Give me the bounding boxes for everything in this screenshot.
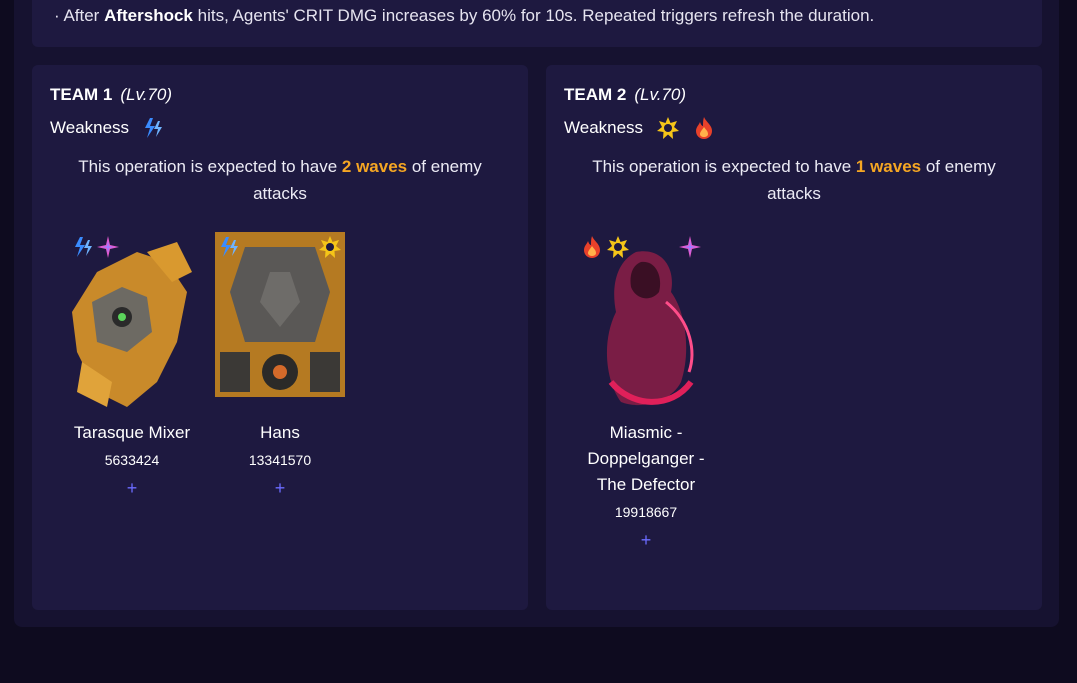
weakness-label: Weakness [564, 118, 644, 137]
team-name: TEAM 1 [50, 85, 113, 104]
waves-count: 1 waves [855, 157, 922, 176]
team-name: TEAM 2 [564, 85, 627, 104]
enemy-portrait [581, 232, 711, 412]
fire-icon [696, 117, 713, 139]
team-header: TEAM 2 (Lv.70) [564, 85, 686, 105]
enemy-hp: 19918667 [614, 504, 678, 520]
enemy-portrait [215, 232, 345, 412]
electric-icon [221, 237, 238, 257]
team-level: (Lv.70) [120, 85, 172, 104]
expand-button[interactable]: + [66, 478, 198, 499]
enemy-portrait [67, 232, 197, 412]
fire-icon [584, 236, 600, 258]
electric-icon [75, 237, 92, 257]
enemy-name: Hans [260, 423, 300, 442]
physical-icon [657, 117, 680, 139]
expand-button[interactable]: + [214, 478, 346, 499]
enemy-card[interactable]: Miasmic - Doppelganger - The Defector 19… [580, 232, 712, 551]
team-level: (Lv.70) [634, 85, 686, 104]
physical-icon [319, 236, 341, 258]
weakness-row: Weakness [50, 115, 167, 141]
weakness-row: Weakness [564, 115, 717, 141]
buff-keyword: Aftershock [104, 6, 193, 25]
team-1-panel: TEAM 1 (Lv.70) Weakness This operation is… [32, 65, 528, 610]
enemy-card[interactable]: Hans 13341570 + [214, 232, 346, 499]
waves-count: 2 waves [341, 157, 408, 176]
enemy-name: Tarasque Mixer [73, 423, 191, 442]
buff-description: · After Aftershock hits, Agents' CRIT DM… [54, 6, 875, 25]
expand-button[interactable]: + [580, 530, 712, 551]
enemy-hp: 13341570 [248, 452, 312, 468]
weakness-label: Weakness [50, 118, 130, 137]
ether-icon [679, 236, 701, 258]
electric-icon [145, 118, 163, 138]
ether-icon [97, 236, 119, 258]
team-header: TEAM 1 (Lv.70) [50, 85, 172, 105]
physical-icon [607, 236, 629, 258]
enemy-name: Miasmic - Doppelganger - The Defector [587, 423, 705, 494]
enemy-hp: 5633424 [104, 452, 160, 468]
waves-info: This operation is expected to have 2 wav… [78, 157, 482, 203]
team-2-panel: TEAM 2 (Lv.70) Weakness This operation is… [546, 65, 1042, 610]
enemy-card[interactable]: Tarasque Mixer 5633424 + [66, 232, 198, 499]
waves-info: This operation is expected to have 1 wav… [592, 157, 996, 203]
